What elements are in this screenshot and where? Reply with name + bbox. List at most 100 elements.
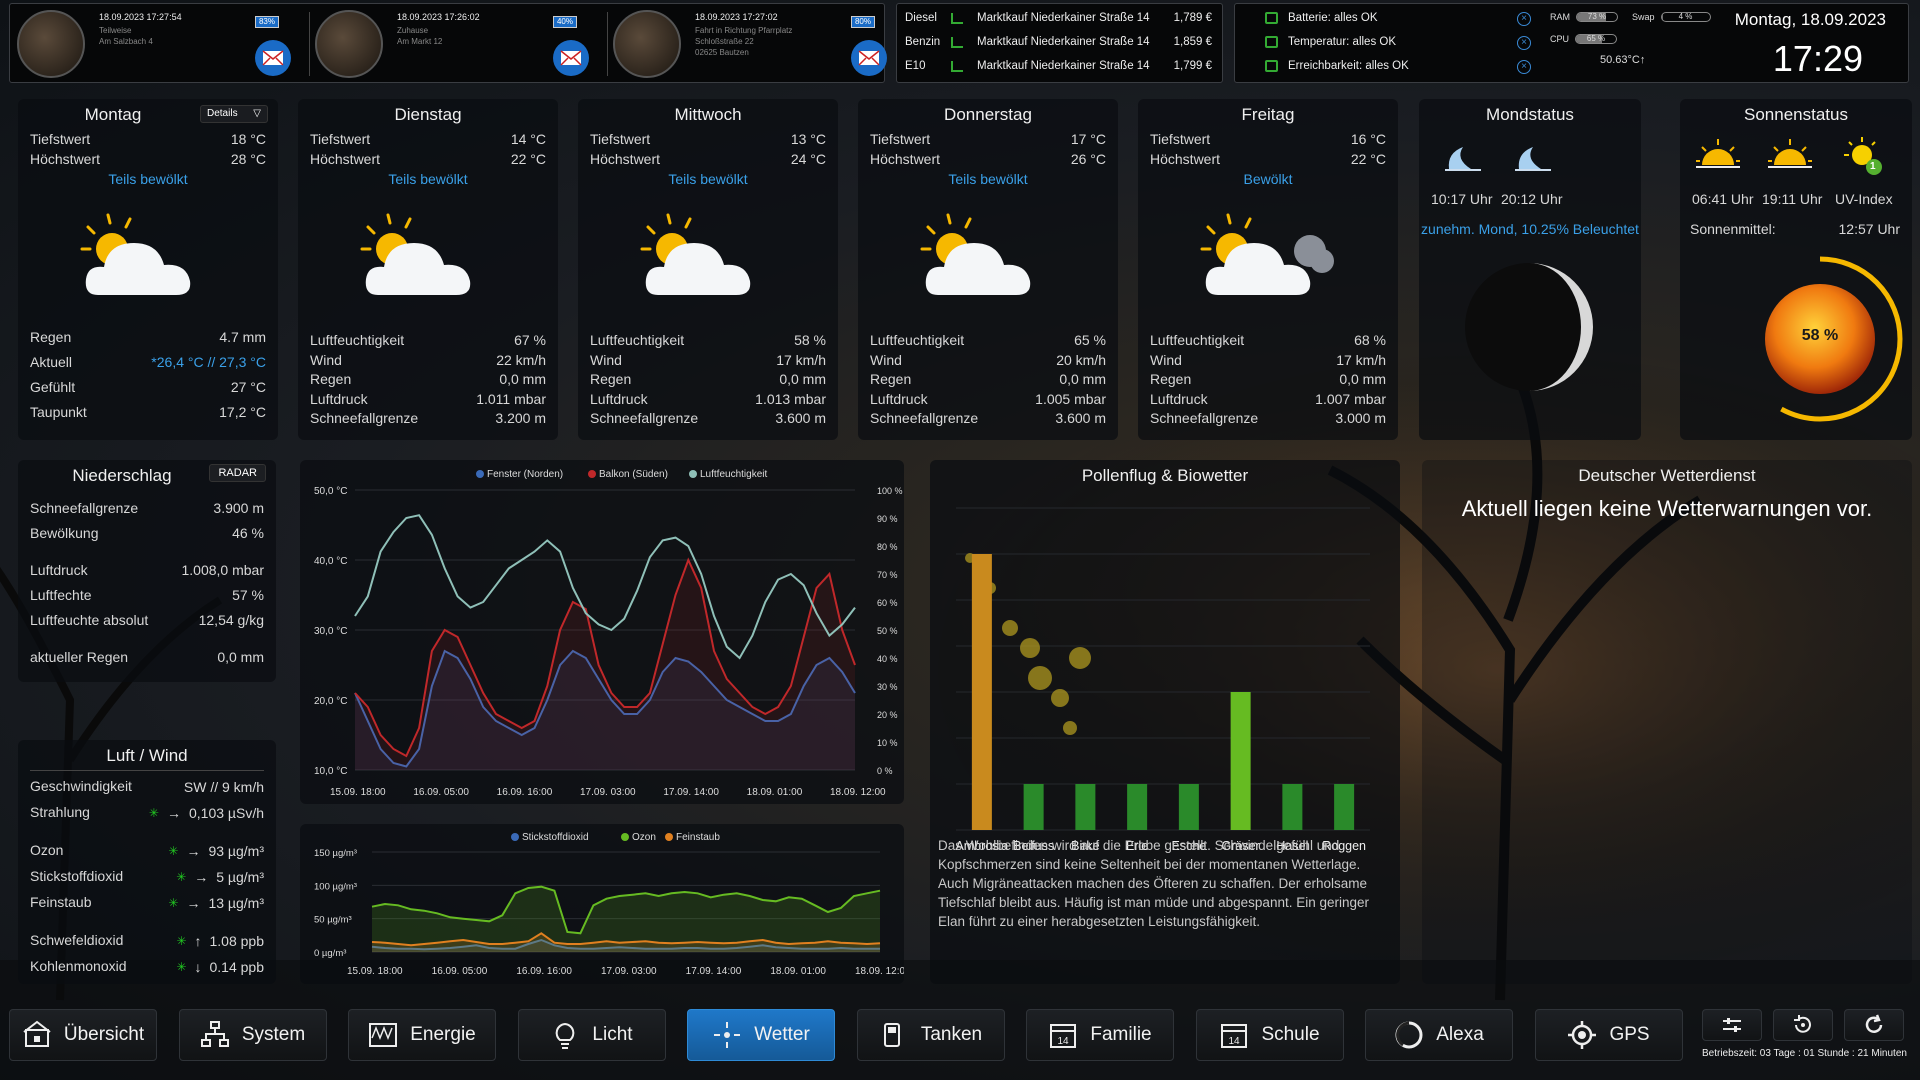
price-trend-icon [951, 13, 963, 24]
reload-button[interactable] [1844, 1009, 1904, 1041]
day-name: Montag [84, 105, 142, 124]
device-timestamp: 18.09.2023 17:27:54 [99, 12, 182, 22]
dismiss-status-icon[interactable]: × [1517, 12, 1531, 26]
legend-label: Feinstaub [676, 832, 720, 843]
status-flag-icon [1265, 36, 1278, 48]
weather-condition: Teils bewölkt [948, 171, 1028, 187]
fuel-station: Marktkauf Niederkainer Straße 14 [977, 36, 1150, 48]
nav-familie-button[interactable]: 14 Familie [1026, 1009, 1174, 1061]
nav-tanken-button[interactable]: Tanken [856, 1009, 1005, 1061]
nav-bersicht-button[interactable]: Übersicht [9, 1009, 157, 1061]
pollen-bar-gräser [1230, 692, 1251, 830]
moon-title: Mondstatus [1486, 105, 1574, 124]
device-location-line: Zuhause [397, 26, 429, 35]
nav-label: Licht [592, 1024, 633, 1045]
settings-button[interactable] [1702, 1009, 1762, 1041]
nav-label: Wetter [754, 1024, 810, 1045]
fuel-price-panel: Diesel Marktkauf Niederkainer Straße 14 1,… [896, 3, 1223, 83]
nav-label: Energie [410, 1024, 476, 1045]
low-temp-row: Tiefstwert 14 °C [298, 131, 558, 149]
detail-row: Wind 17 km/h [578, 352, 838, 370]
low-temp-value: 14 °C [510, 131, 546, 147]
precipitation-value: 46 % [232, 525, 264, 541]
nav-gps-button[interactable]: GPS [1534, 1009, 1683, 1061]
dismiss-status-icon[interactable]: × [1517, 60, 1531, 74]
mail-icon [858, 50, 880, 66]
solar-noon-label: Sonnenmittel: [1690, 221, 1776, 237]
nav-licht-button[interactable]: Licht [517, 1009, 666, 1061]
air-value-group: ✳ ↑ 1.08 ppb [176, 932, 264, 950]
fuel-price: 1,859 € [1173, 36, 1212, 48]
send-message-button[interactable] [851, 40, 887, 76]
precipitation-label: Luftfeuchte absolut [30, 612, 149, 628]
moonset-time: 20:12 Uhr [1501, 191, 1563, 207]
x-tick-label: 16.09. 05:00 [413, 787, 469, 798]
forecast-day-panel: Donnerstag Tiefstwert 17 °C Höchstwert 26 °C… [858, 99, 1118, 440]
trend-arrow-icon: → [186, 843, 201, 859]
air-label: Stickstoffdioxid [30, 868, 124, 884]
send-message-button[interactable] [255, 40, 291, 76]
weather-condition: Bewölkt [1243, 171, 1293, 187]
air-wind-title: Luft / Wind [106, 746, 188, 765]
series-line-2 [354, 514, 856, 660]
system-status-panel: Batterie: alles OK × Temperatur: alles OK ×… [1234, 3, 1909, 83]
device-card[interactable]: 18.09.2023 17:27:54 Teilweise Am Salzbach … [17, 8, 305, 80]
air-value: 5 µg/m³ [216, 869, 264, 885]
air-value: 1.08 ppb [209, 933, 265, 949]
ram-value: 73 % [1587, 12, 1607, 21]
x-tick-label: 17.09. 03:00 [601, 966, 657, 977]
high-temp-row: Höchstwert 22 °C [298, 151, 558, 169]
dismiss-status-icon[interactable]: × [1517, 36, 1531, 50]
detail-label: Luftdruck [590, 390, 648, 407]
air-wind-panel: Luft / Wind Geschwindigkeit SW // 9 km/h S… [18, 740, 276, 984]
swap-value: 4 % [1678, 12, 1693, 21]
precipitation-label: Luftfechte [30, 587, 92, 603]
device-card[interactable]: 18.09.2023 17:27:02 Fahrt in Richtung Pfa… [613, 8, 901, 80]
temperature-chart: Fenster (Norden) Balkon (Süden) Luftfeucht… [314, 469, 903, 798]
precipitation-value: 3.900 m [213, 500, 264, 516]
radar-button[interactable]: RADAR [209, 464, 266, 482]
ram-bar: 73 % [1576, 12, 1618, 22]
moonset-icon [1515, 147, 1551, 171]
send-message-button[interactable] [553, 40, 589, 76]
nav-schule-button[interactable]: 14 Schule [1195, 1009, 1344, 1061]
device-battery: 83% [255, 16, 279, 28]
y2-tick-label: 50 % [877, 626, 898, 636]
details-dropdown[interactable]: Details ▽ [200, 105, 268, 123]
status-text: Batterie: alles OK [1288, 12, 1378, 24]
moonrise-icon [1445, 147, 1481, 171]
sunrise-icon [1696, 139, 1740, 168]
moonrise-time: 10:17 Uhr [1431, 191, 1493, 207]
high-temp-row: Höchstwert 26 °C [858, 151, 1118, 169]
detail-label: Aktuell [30, 354, 73, 370]
restart-button[interactable] [1773, 1009, 1833, 1041]
y-tick-label: 100 µg/m³ [314, 881, 357, 892]
air-value-group: ✳ → 5 µg/m³ [176, 868, 264, 886]
nav-energie-button[interactable]: Energie [348, 1009, 496, 1061]
detail-value: 1.005 mbar [1035, 390, 1106, 407]
weather-station-icon [714, 1022, 741, 1048]
low-temp-value: 16 °C [1350, 131, 1386, 147]
nav-wetter-button[interactable]: Wetter [687, 1009, 835, 1061]
partly-cloudy-icon [358, 209, 498, 309]
x-tick-label: 17.09. 14:00 [663, 787, 719, 798]
detail-label: Regen [870, 371, 912, 387]
y2-tick-label: 40 % [877, 654, 898, 664]
fuel-pump-icon [883, 1023, 900, 1047]
mail-icon [560, 50, 582, 66]
ram-label: RAM [1550, 12, 1570, 22]
nav-system-button[interactable]: System [178, 1009, 327, 1061]
detail-row: Luftdruck 1.013 mbar [578, 391, 838, 409]
detail-row: Schneefallgrenze 3.600 m [858, 410, 1118, 428]
detail-row: Schneefallgrenze 3.600 m [578, 410, 838, 428]
device-avatar [613, 10, 681, 78]
nav-alexa-button[interactable]: Alexa [1365, 1009, 1513, 1061]
low-temp-label: Tiefstwert [310, 131, 371, 147]
biowetter-text: Das Wohlbefinden wird auf die Probe gest… [938, 838, 1370, 929]
low-temp-row: Tiefstwert 16 °C [1138, 131, 1398, 149]
moon-panel: Mondstatus 10:17 Uhr 20:12 Uhr zunehm. M… [1419, 99, 1641, 440]
detail-label: Gefühlt [30, 379, 76, 395]
fuel-station: Marktkauf Niederkainer Straße 14 [977, 12, 1150, 24]
detail-row: Regen 0,0 mm [858, 371, 1118, 389]
device-card[interactable]: 18.09.2023 17:26:02 Zuhause Am Markt 12 40% [315, 8, 603, 80]
